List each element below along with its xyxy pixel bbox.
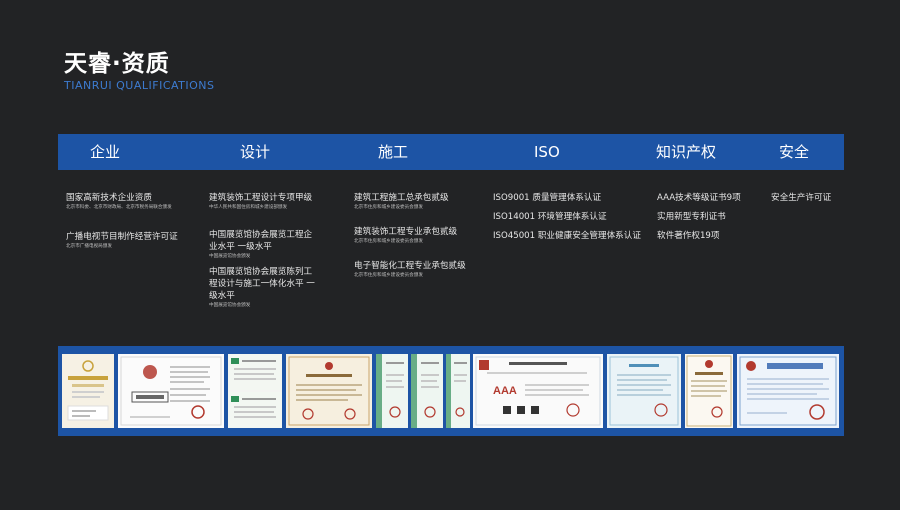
qualification-name: ISO45001 职业健康安全管理体系认证 bbox=[493, 231, 641, 241]
qualification-name: AAA技术等级证书9项 bbox=[657, 193, 741, 203]
certificate-iso-45001 bbox=[446, 354, 470, 428]
qualification-item: 软件著作权19项 bbox=[657, 230, 757, 242]
certificate-construction bbox=[286, 354, 372, 428]
qualification-issuer: 北京市广播电视局颁发 bbox=[66, 244, 112, 249]
qualification-name: 建筑装饰工程设计专项甲级 bbox=[209, 193, 313, 203]
category-safety: 安全 bbox=[779, 143, 810, 161]
qualification-item: ISO9001 质量管理体系认证 bbox=[493, 192, 643, 211]
qualification-item: AAA技术等级证书9项 bbox=[657, 192, 757, 211]
qualification-item: 安全生产许可证 bbox=[771, 192, 841, 204]
certificate-design-a bbox=[228, 354, 282, 428]
qualification-item: ISO14001 环境管理体系认证 bbox=[493, 211, 643, 230]
column-construction: 建筑工程施工总承包贰级 北京市住房和城乡建设委员会颁发 建筑装饰工程专业承包贰级… bbox=[354, 192, 479, 280]
qualification-name: 安全生产许可证 bbox=[771, 193, 832, 203]
qualification-name: ISO14001 环境管理体系认证 bbox=[493, 212, 607, 222]
certificate-aaa: AAA bbox=[473, 354, 603, 428]
qualification-item: 国家高新技术企业资质 北京市科委、北京市财政局、北京市税务局联合颁发 bbox=[66, 192, 196, 231]
qualification-item: 建筑工程施工总承包贰级 北京市住房和城乡建设委员会颁发 bbox=[354, 192, 479, 226]
qualification-name: 广播电视节目制作经营许可证 bbox=[66, 232, 178, 242]
qualification-item: 广播电视节目制作经营许可证 北京市广播电视局颁发 bbox=[66, 231, 196, 251]
svg-text:AAA: AAA bbox=[493, 385, 517, 397]
column-ip: AAA技术等级证书9项 实用新型专利证书 软件著作权19项 bbox=[657, 192, 757, 242]
category-ip: 知识产权 bbox=[656, 143, 717, 161]
qualification-issuer: 中国展览馆协会颁发 bbox=[209, 254, 251, 259]
qualification-name: 实用新型专利证书 bbox=[657, 212, 726, 222]
certificate-safety bbox=[737, 354, 839, 428]
qualification-name: ISO9001 质量管理体系认证 bbox=[493, 193, 602, 203]
column-design: 建筑装饰工程设计专项甲级 中华人民共和国住房和城乡建设部颁发 中国展览馆协会展览… bbox=[209, 192, 319, 310]
qualification-name: 软件著作权19项 bbox=[657, 231, 720, 241]
column-iso: ISO9001 质量管理体系认证 ISO14001 环境管理体系认证 ISO45… bbox=[493, 192, 643, 242]
category-iso: ISO bbox=[534, 143, 560, 161]
qualification-item: 中国展览馆协会展览陈列工程设计与施工一体化水平 一级水平 中国展览馆协会颁发 bbox=[209, 266, 319, 310]
category-design: 设计 bbox=[240, 143, 271, 161]
certificates-strip: AAA bbox=[58, 346, 844, 436]
certificate-high-tech bbox=[62, 354, 114, 428]
qualification-issuer: 北京市科委、北京市财政局、北京市税务局联合颁发 bbox=[66, 205, 172, 210]
column-enterprise: 国家高新技术企业资质 北京市科委、北京市财政局、北京市税务局联合颁发 广播电视节… bbox=[66, 192, 196, 251]
qualification-issuer: 北京市住房和城乡建设委员会颁发 bbox=[354, 205, 423, 210]
certificate-patent bbox=[607, 354, 681, 428]
page-subtitle: TIANRUI QUALIFICATIONS bbox=[64, 79, 215, 92]
qualification-name: 建筑工程施工总承包贰级 bbox=[354, 193, 449, 203]
category-bar: 企业 设计 施工 ISO 知识产权 安全 bbox=[58, 134, 844, 170]
certificate-iso-14001 bbox=[411, 354, 443, 428]
qualification-name: 中国展览馆协会展览工程企业水平 一级水平 bbox=[209, 230, 313, 252]
qualification-item: 建筑装饰工程设计专项甲级 中华人民共和国住房和城乡建设部颁发 bbox=[209, 192, 319, 229]
qualification-item: 中国展览馆协会展览工程企业水平 一级水平 中国展览馆协会颁发 bbox=[209, 229, 319, 266]
qualification-name: 建筑装饰工程专业承包贰级 bbox=[354, 227, 458, 237]
category-construction: 施工 bbox=[378, 143, 409, 161]
qualification-name: 电子智能化工程专业承包贰级 bbox=[354, 261, 466, 271]
qualification-issuer: 中国展览馆协会颁发 bbox=[209, 303, 251, 308]
qualification-item: 实用新型专利证书 bbox=[657, 211, 757, 230]
qualification-item: 建筑装饰工程专业承包贰级 北京市住房和城乡建设委员会颁发 bbox=[354, 226, 479, 260]
qualification-name: 中国展览馆协会展览陈列工程设计与施工一体化水平 一级水平 bbox=[209, 267, 315, 301]
column-safety: 安全生产许可证 bbox=[771, 192, 841, 204]
certificate-software bbox=[685, 354, 733, 428]
qualification-item: 电子智能化工程专业承包贰级 北京市住房和城乡建设委员会颁发 bbox=[354, 260, 479, 280]
qualification-issuer: 北京市住房和城乡建设委员会颁发 bbox=[354, 273, 423, 278]
certificate-iso-9001 bbox=[376, 354, 408, 428]
qualification-name: 国家高新技术企业资质 bbox=[66, 193, 152, 203]
certificate-qualification bbox=[118, 354, 224, 428]
page-title: 天睿·资质 bbox=[64, 51, 170, 77]
qualification-item: ISO45001 职业健康安全管理体系认证 bbox=[493, 230, 643, 242]
qualification-issuer: 北京市住房和城乡建设委员会颁发 bbox=[354, 239, 423, 244]
qualification-issuer: 中华人民共和国住房和城乡建设部颁发 bbox=[209, 205, 288, 210]
category-enterprise: 企业 bbox=[90, 143, 121, 161]
